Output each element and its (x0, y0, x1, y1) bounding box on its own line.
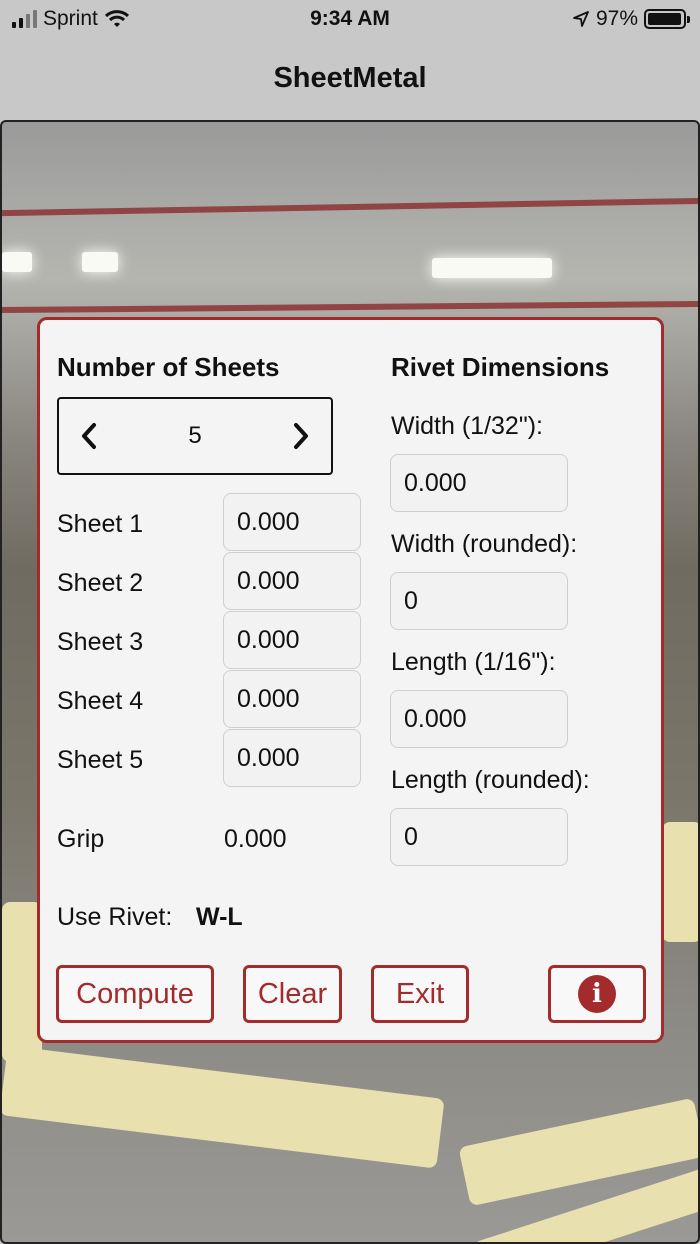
sheet-2-input[interactable]: 0.000 (223, 552, 361, 610)
compute-button[interactable]: Compute (56, 965, 214, 1023)
status-right: 97% (572, 7, 690, 31)
length-field[interactable]: 0.000 (390, 690, 568, 748)
sheet-count-value: 5 (188, 422, 202, 449)
status-bar: Sprint 9:34 AM 97% (0, 0, 700, 40)
location-arrow-icon (573, 11, 589, 27)
use-rivet-value: W-L (196, 903, 243, 931)
sheet-2-label: Sheet 2 (57, 569, 144, 597)
width-field[interactable]: 0.000 (390, 454, 568, 512)
decrement-button[interactable] (77, 421, 101, 451)
width-rounded-field[interactable]: 0 (390, 572, 568, 630)
chevron-left-icon (82, 423, 96, 449)
length-rounded-label: Length (rounded): (391, 766, 590, 794)
calculator-panel: Number of Sheets Rivet Dimensions 5 Shee… (37, 317, 664, 1043)
info-icon: i (578, 975, 616, 1013)
sheet-1-label: Sheet 1 (57, 510, 144, 538)
info-button[interactable]: i (548, 965, 646, 1023)
exit-button[interactable]: Exit (371, 965, 469, 1023)
sheet-5-input[interactable]: 0.000 (223, 729, 361, 787)
sheet-4-input[interactable]: 0.000 (223, 670, 361, 728)
use-rivet-label: Use Rivet: (57, 903, 173, 931)
increment-button[interactable] (289, 421, 313, 451)
page-title: SheetMetal (273, 62, 427, 94)
width-rounded-label: Width (rounded): (391, 530, 578, 558)
battery-icon (644, 9, 690, 29)
sheet-5-label: Sheet 5 (57, 746, 144, 774)
length-rounded-field[interactable]: 0 (390, 808, 568, 866)
width-label: Width (1/32"): (391, 412, 543, 440)
clear-button[interactable]: Clear (243, 965, 342, 1023)
sheet-3-input[interactable]: 0.000 (223, 611, 361, 669)
sheets-heading: Number of Sheets (57, 352, 280, 382)
battery-fill (648, 13, 681, 25)
rivet-dimensions-heading: Rivet Dimensions (391, 352, 610, 382)
sheet-3-label: Sheet 3 (57, 628, 144, 656)
grip-value: 0.000 (224, 825, 287, 853)
sheet-count-stepper: 5 (57, 397, 333, 475)
battery-percent: 97% (595, 7, 638, 30)
length-label: Length (1/16"): (391, 648, 556, 676)
grip-label: Grip (57, 825, 105, 853)
navigation-bar: SheetMetal (0, 40, 700, 120)
chevron-right-icon (293, 423, 308, 449)
sheet-1-input[interactable]: 0.000 (223, 493, 361, 551)
sheet-4-label: Sheet 4 (57, 687, 144, 715)
